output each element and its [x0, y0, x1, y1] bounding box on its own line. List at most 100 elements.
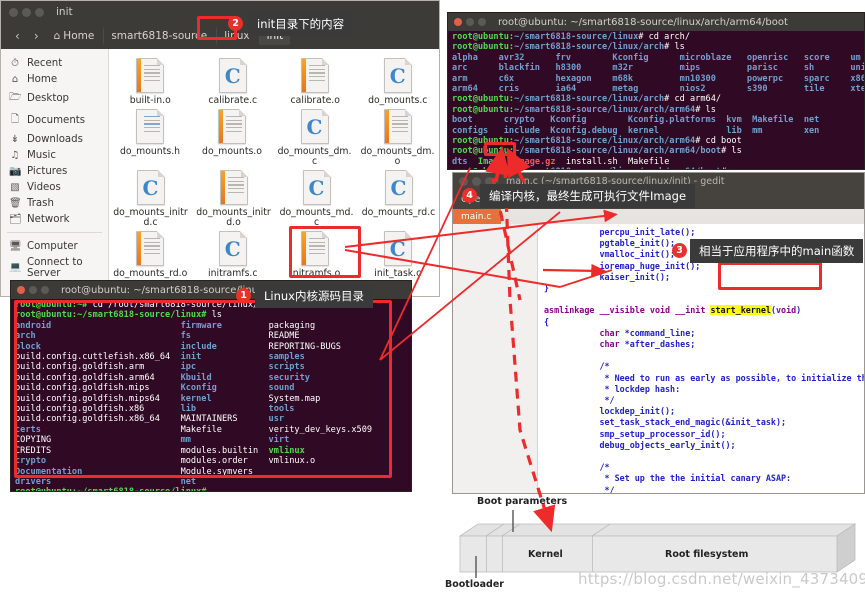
folder-icon: 🗁 [9, 90, 21, 107]
maximize-icon[interactable] [35, 8, 44, 17]
clock-icon: ⏱ [9, 58, 21, 69]
file-name: do_mounts_rd.o [109, 269, 192, 279]
gedit-window[interactable]: main.c (~/smart6818-source/linux/init) -… [452, 172, 865, 494]
highlight-box-image [484, 142, 516, 156]
file-name: do_mounts.h [109, 147, 191, 157]
file-name: do_mounts_rd.c [358, 208, 439, 218]
file-item[interactable]: Cinit_task.c [357, 228, 440, 279]
maximize-icon[interactable] [478, 18, 486, 26]
sidebar-item-label: Home [27, 74, 57, 85]
file-name: initramfs.c [192, 269, 275, 279]
breadcrumb-home[interactable]: ⌂ Home [47, 27, 102, 45]
sidebar-item-label: Downloads [27, 134, 83, 145]
tab-main-c[interactable]: main.c [453, 209, 501, 224]
sidebar-item-documents[interactable]: 🗋Documents [1, 109, 108, 131]
minimize-icon[interactable] [29, 286, 37, 294]
file-item[interactable]: calibrate.o [274, 55, 357, 106]
file-name: do_mounts.o [191, 147, 273, 157]
file-grid[interactable]: built-in.oCcalibrate.ccalibrate.oCdo_mou… [109, 49, 439, 297]
file-icon [301, 58, 330, 94]
watermark: https://blog.csdn.net/weixin_43734095 [578, 570, 865, 588]
callout-4: 编译内核，最终生成可执行文件Image [480, 184, 695, 208]
file-name: do_mounts_dm.o [356, 147, 439, 167]
file-item[interactable]: Ccalibrate.c [192, 55, 275, 106]
file-item[interactable]: do_mounts.h [109, 106, 191, 167]
file-item[interactable]: Cdo_mounts_md.c [275, 167, 358, 228]
file-item[interactable]: Cdo_mounts_initrd.c [109, 167, 192, 228]
forward-button[interactable]: › [28, 29, 45, 43]
sidebar-item-music[interactable]: ♫Music [1, 147, 108, 163]
back-button[interactable]: ‹ [9, 29, 26, 43]
close-icon[interactable] [17, 286, 25, 294]
file-item[interactable]: do_mounts_initrd.o [192, 167, 275, 228]
file-item[interactable]: do_mounts_rd.o [109, 228, 192, 279]
sidebar-divider [7, 232, 102, 233]
highlight-box-kernel-source-listing [14, 300, 392, 478]
file-item[interactable]: Cdo_mounts.c [357, 55, 440, 106]
sidebar-item-label: Trash [27, 198, 54, 209]
sidebar-item-label: Network [27, 214, 70, 225]
sidebar-item-label: Recent [27, 58, 62, 69]
file-name: do_mounts.c [357, 96, 440, 106]
sidebar-item-label: Videos [27, 182, 61, 193]
sidebar-item-desktop[interactable]: 🗁 Desktop [1, 87, 108, 109]
highlight-box-start-kernel [718, 262, 822, 290]
sidebar-item-label: Computer [27, 241, 78, 252]
highlight-box-main-c [289, 226, 361, 278]
callout-2: init目录下的内容 [248, 12, 353, 36]
file-name: init_task.c [357, 269, 440, 279]
minimize-icon[interactable] [22, 8, 31, 17]
gedit-tabbar: main.c [453, 209, 864, 224]
sidebar-item-home[interactable]: ⌂ Home [1, 71, 108, 87]
sidebar-item-videos[interactable]: ▧Videos [1, 179, 108, 195]
trash-icon: 🗑 [9, 198, 21, 209]
computer-icon: 🖥 [9, 241, 21, 252]
music-icon: ♫ [9, 150, 21, 161]
sidebar-item-recent[interactable]: ⏱ Recent [1, 55, 108, 71]
file-icon [383, 109, 412, 145]
file-item[interactable]: Cinitramfs.c [192, 228, 275, 279]
places-sidebar: ⏱ Recent ⌂ Home 🗁 Desktop 🗋Documents ↡Downl… [1, 49, 109, 297]
sidebar-item-label: Desktop [27, 93, 69, 104]
maximize-icon[interactable] [41, 286, 49, 294]
sidebar-item-network[interactable]: 🗂 Network [1, 211, 108, 227]
close-icon[interactable] [9, 8, 18, 17]
file-icon: C [302, 170, 331, 206]
callout-1: Linux内核源码目录 [255, 284, 373, 308]
terminal-title: root@ubuntu: ~/smart6818-source/linux [61, 285, 264, 296]
label-kernel: Kernel [528, 549, 563, 560]
badge-4: 4 [462, 188, 477, 203]
file-item[interactable]: Cdo_mounts_rd.c [358, 167, 439, 228]
file-item[interactable]: built-in.o [109, 55, 192, 106]
file-item[interactable]: do_mounts_dm.o [356, 106, 439, 167]
file-name: calibrate.c [192, 96, 275, 106]
file-icon: C [218, 231, 247, 267]
file-name: calibrate.o [274, 96, 357, 106]
file-icon [218, 109, 247, 145]
minimize-icon[interactable] [466, 18, 474, 26]
file-item[interactable]: do_mounts.o [191, 106, 273, 167]
terminal-title: root@ubuntu: ~/smart6818-source/linux/ar… [498, 17, 788, 28]
server-icon: 💻 [9, 262, 21, 273]
file-manager-window[interactable]: init ‹ › ⌂ Home smart6818-source linux i… [0, 0, 440, 297]
sidebar-item-label: Connect to Server [27, 257, 100, 279]
sidebar-item-computer[interactable]: 🖥 Computer [1, 238, 108, 254]
terminal-titlebar: root@ubuntu: ~/smart6818-source/linux/ar… [448, 13, 864, 31]
file-item[interactable]: Cdo_mounts_dm.c [273, 106, 356, 167]
sidebar-item-downloads[interactable]: ↡Downloads [1, 131, 108, 147]
badge-1: 1 [236, 288, 251, 303]
network-icon: 🗂 [9, 214, 21, 225]
home-icon: ⌂ [9, 74, 21, 85]
file-name: do_mounts_initrd.c [109, 208, 192, 228]
sidebar-item-trash[interactable]: 🗑 Trash [1, 195, 108, 211]
file-icon [136, 58, 165, 94]
file-name: do_mounts_md.c [275, 208, 358, 228]
badge-2: 2 [228, 16, 243, 31]
close-icon[interactable] [454, 18, 462, 26]
sidebar-item-connect-to-server[interactable]: 💻 Connect to Server [1, 254, 108, 281]
close-icon[interactable] [459, 177, 468, 186]
gedit-side-panel [453, 224, 538, 494]
badge-3: 3 [672, 243, 687, 258]
label-boot-parameters: Boot parameters [477, 496, 567, 507]
sidebar-item-pictures[interactable]: 📷Pictures [1, 163, 108, 179]
